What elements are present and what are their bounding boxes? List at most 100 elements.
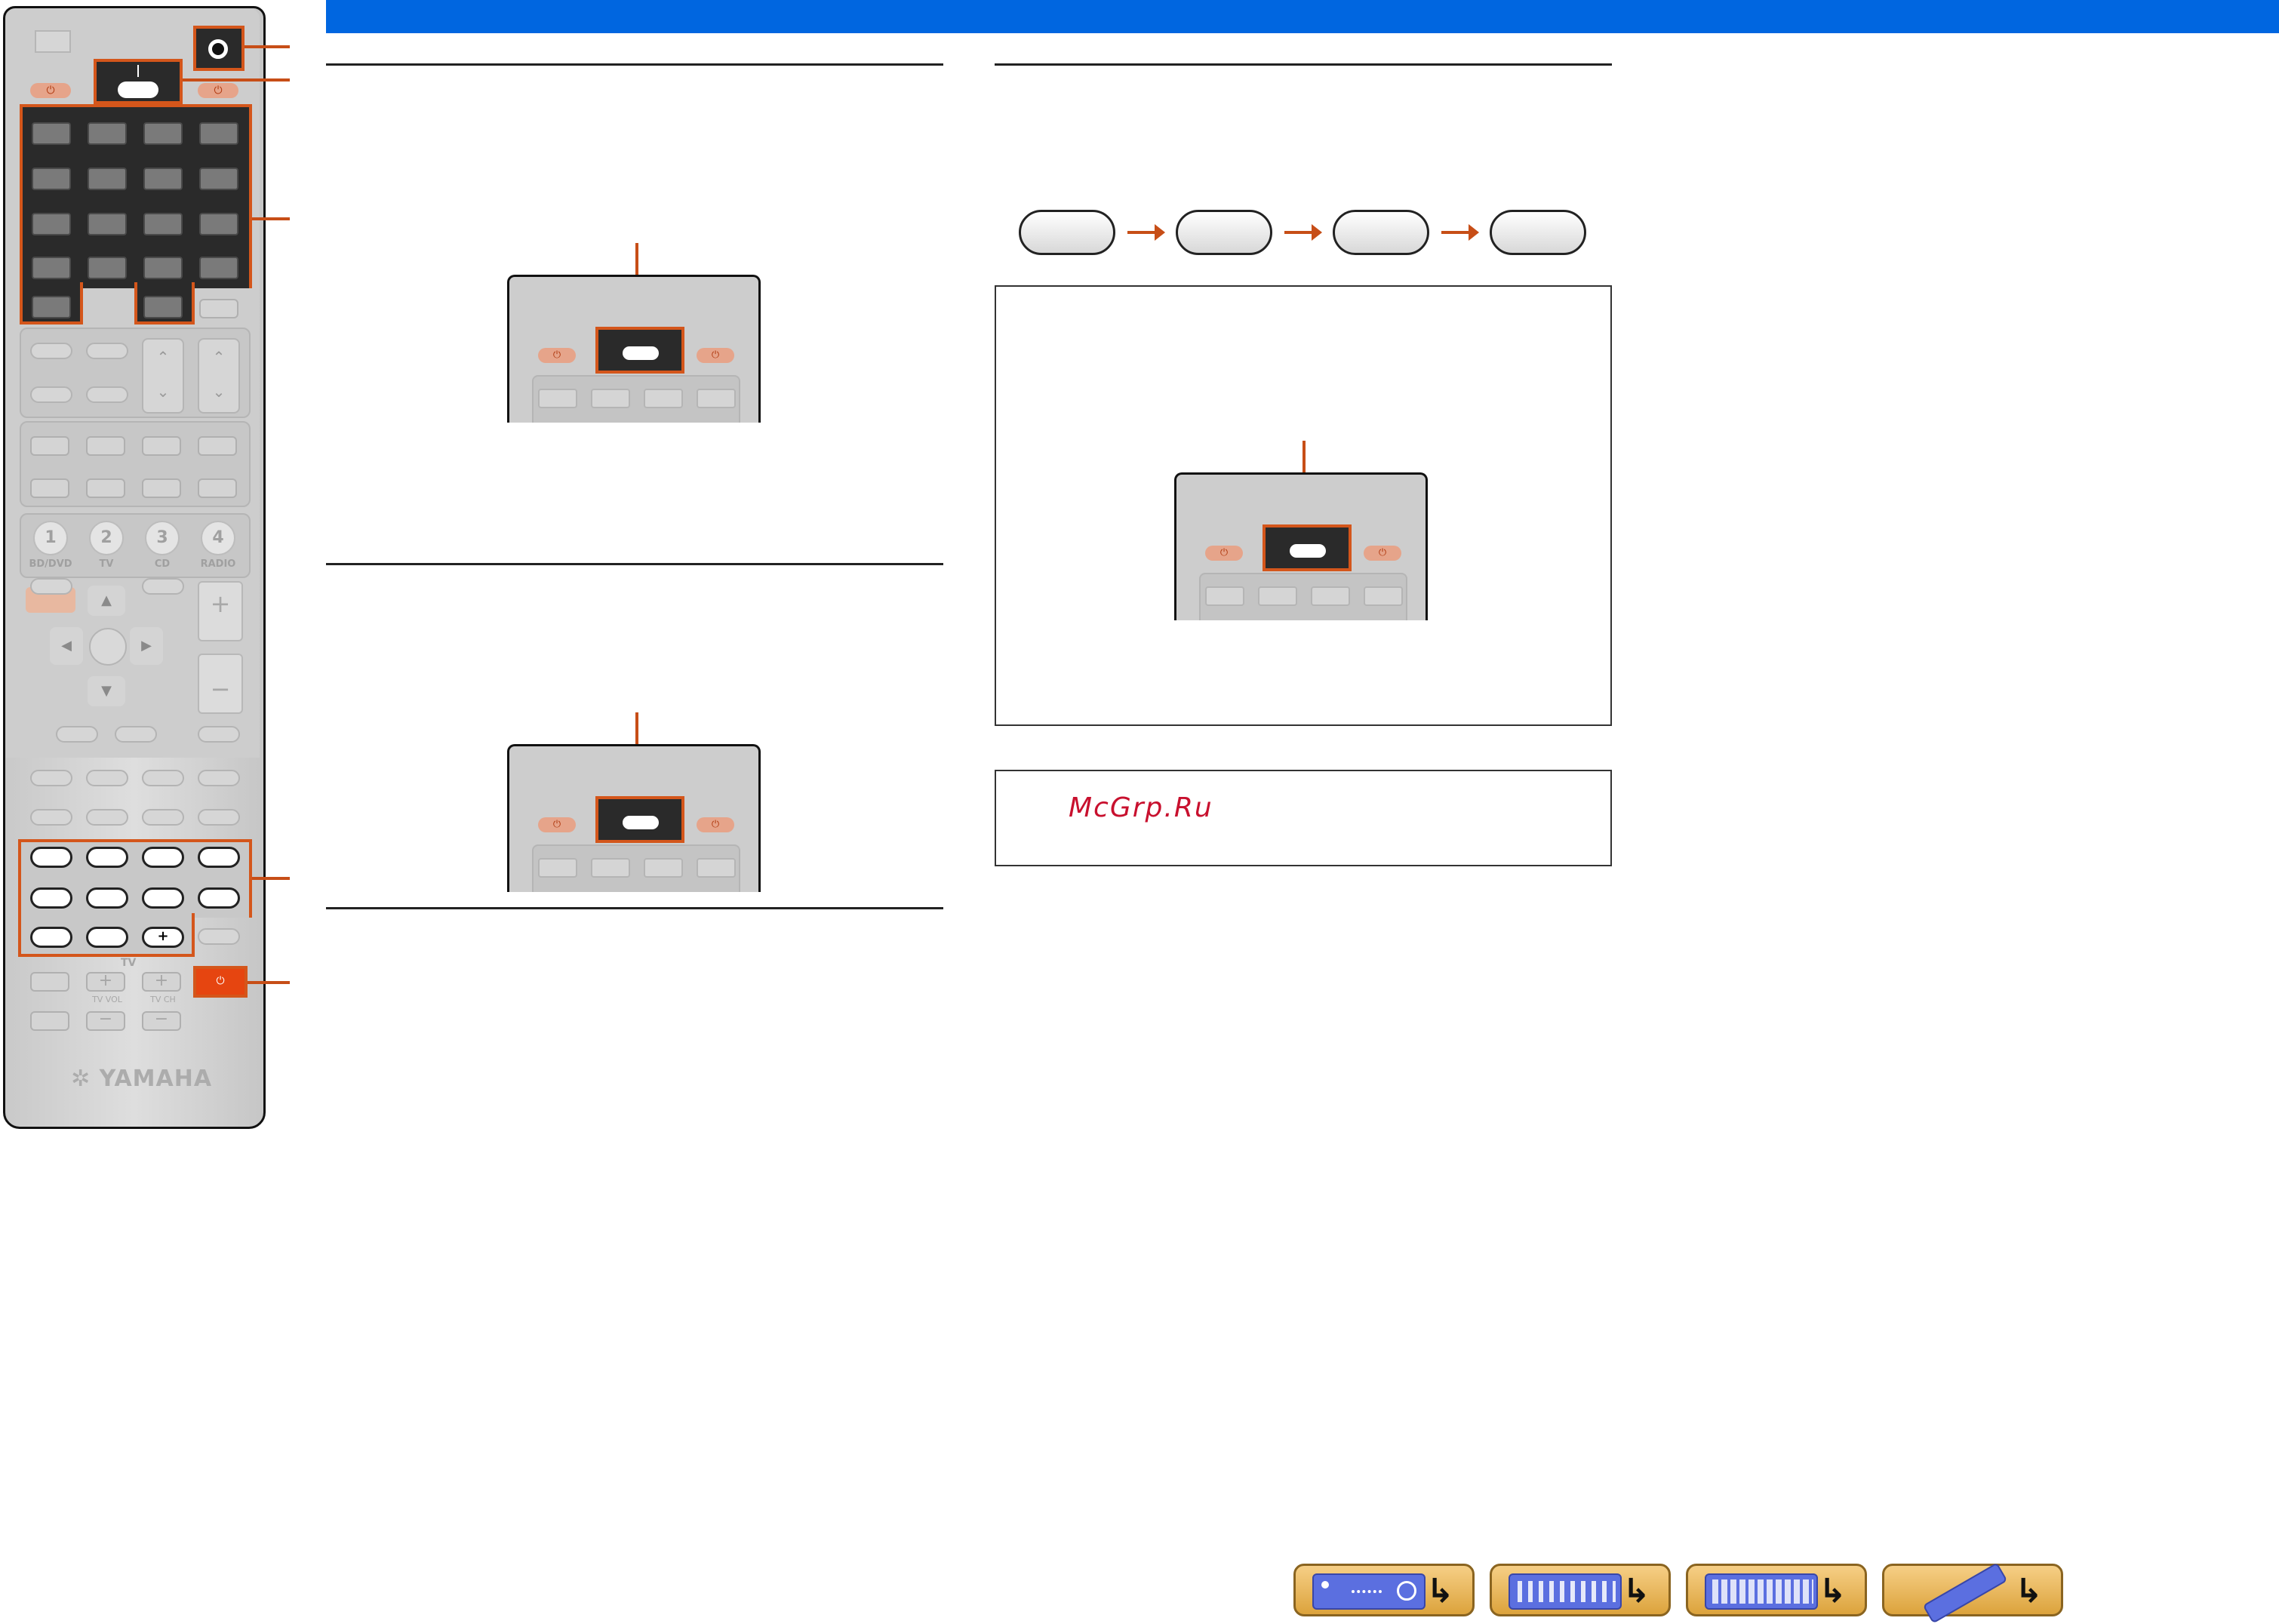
source-button [118, 82, 158, 98]
watermark-text: McGrp.Ru [1069, 792, 1213, 823]
return-arrow-icon: ↳ [1819, 1572, 1847, 1610]
page-up-down-rocker: ⌃ ⌄ [142, 338, 184, 414]
faded-button [30, 386, 72, 403]
callout-line [252, 877, 290, 880]
faded-button [86, 478, 125, 498]
nav-rear-panel-button[interactable]: ↳ [1490, 1564, 1671, 1616]
top-accent-bar [326, 0, 2279, 33]
scene-label-2: TV [99, 558, 114, 570]
cursor-up-icon: ▲ [88, 586, 125, 616]
remote-ir-window-highlight [193, 26, 245, 71]
tv-ch-up-button: + [142, 972, 181, 992]
source-divider [137, 65, 139, 77]
sequence-arrow [1284, 224, 1322, 241]
input-button [143, 168, 183, 190]
numeric-key [30, 847, 72, 868]
remote-detail-thumbnail-3: ⏻ ⏻ [1174, 472, 1428, 620]
numeric-key [30, 887, 72, 909]
faded-button [142, 478, 181, 498]
tv-input-button [30, 972, 69, 992]
faded-button [1205, 586, 1244, 606]
faded-button [30, 436, 69, 456]
input-button [143, 296, 183, 318]
source-button [623, 816, 659, 829]
cursor-right-icon: ▶ [130, 627, 163, 665]
input-button [88, 257, 127, 279]
faded-button [198, 478, 237, 498]
input-button [199, 168, 238, 190]
tv-ch-label: TV CH [150, 995, 176, 1004]
transport-pause-button [142, 770, 184, 786]
faded-button [198, 928, 240, 945]
nav-remote-control-button[interactable]: ↳ [1882, 1562, 2063, 1624]
tv-section-label: TV [121, 957, 137, 969]
input-button [143, 257, 183, 279]
section-divider [326, 907, 943, 909]
transport-play-button [198, 770, 240, 786]
input-button [32, 213, 71, 235]
numeric-key [142, 887, 184, 909]
input-button [32, 296, 71, 318]
faded-button [644, 389, 683, 408]
section-divider [995, 63, 1612, 66]
input-button [143, 213, 183, 235]
numeric-key [86, 927, 128, 948]
scene-button-4: 4 [201, 521, 235, 555]
input-button [32, 257, 71, 279]
source-button [1290, 544, 1326, 558]
section-divider [326, 63, 943, 66]
return-arrow-icon: ↳ [1426, 1572, 1454, 1610]
input-button [88, 122, 127, 145]
callout-line [248, 981, 290, 984]
faded-button [198, 436, 237, 456]
faded-button [591, 389, 630, 408]
numeric-key [30, 927, 72, 948]
receiver-front-panel-icon [1312, 1573, 1426, 1610]
numeric-key-plus: + [142, 927, 184, 948]
faded-button [1364, 586, 1403, 606]
return-arrow-icon: ↳ [1622, 1572, 1650, 1610]
cursor-pad: ▲ ◀ ▶ ▼ [50, 586, 163, 706]
faded-button [30, 343, 72, 359]
transport-fastforward-button [86, 809, 128, 826]
preset-up-down-rocker: ⌃ ⌄ [198, 338, 240, 414]
faded-button [538, 858, 577, 878]
faded-button [198, 726, 240, 743]
remote-control-icon [1922, 1562, 2008, 1624]
faded-button [56, 726, 98, 743]
nav-display-button[interactable]: ↳ [1686, 1564, 1867, 1616]
input-button-faded [199, 299, 238, 318]
power-button: ⏻ [1205, 546, 1243, 561]
tv-power-button-highlight: ⏻ [193, 966, 248, 998]
ir-window-icon [208, 39, 228, 59]
transport-stop-button [86, 770, 128, 786]
faded-button [538, 389, 577, 408]
remote-mode-switch [35, 30, 71, 53]
yamaha-logo: ✲ YAMAHA [71, 1066, 213, 1092]
enter-button [89, 628, 127, 666]
power-button: ⏻ [538, 348, 576, 363]
input-button [32, 168, 71, 190]
tv-button [30, 1011, 69, 1031]
scene-label-4: RADIO [200, 558, 236, 570]
faded-button [86, 343, 128, 359]
sequence-arrow [1441, 224, 1479, 241]
numeric-key [86, 887, 128, 909]
nav-front-panel-button[interactable]: ↳ [1293, 1564, 1475, 1616]
source-button [623, 346, 659, 360]
source-button-highlight [595, 327, 684, 374]
faded-button [1258, 586, 1297, 606]
faded-button [591, 858, 630, 878]
numeric-key [86, 847, 128, 868]
numeric-key [142, 847, 184, 868]
sequence-step-button-1 [1019, 210, 1115, 255]
sequence-arrow [1127, 224, 1165, 241]
faded-button [30, 478, 69, 498]
scene-button-2: 2 [89, 521, 124, 555]
power-button: ⏻ [1364, 546, 1401, 561]
transport-rewind-button [30, 809, 72, 826]
numeric-key [198, 847, 240, 868]
tv-vol-down-button: − [86, 1011, 125, 1031]
input-button [88, 213, 127, 235]
faded-button [142, 436, 181, 456]
